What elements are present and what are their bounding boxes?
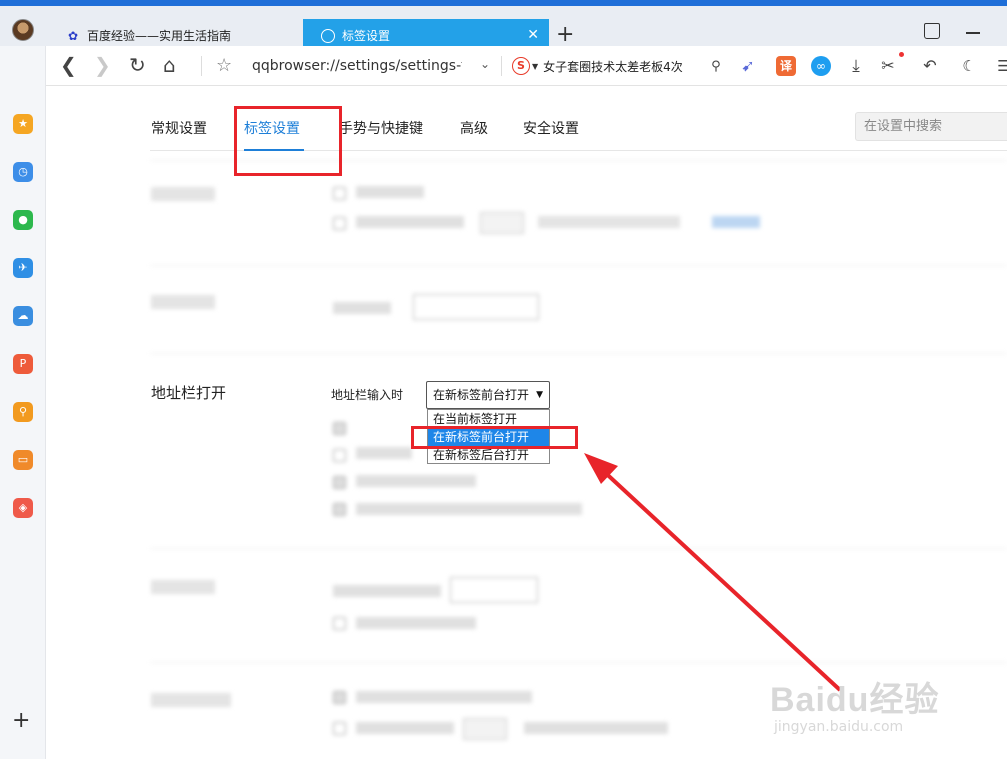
annotation-arrow bbox=[584, 453, 842, 692]
watermark-brand: Baidu经验 bbox=[770, 681, 940, 719]
arrow-shaft bbox=[596, 464, 842, 692]
baidu-watermark: Baidu经验 jingyan.baidu.com bbox=[770, 672, 939, 735]
watermark-url: jingyan.baidu.com bbox=[774, 719, 904, 735]
